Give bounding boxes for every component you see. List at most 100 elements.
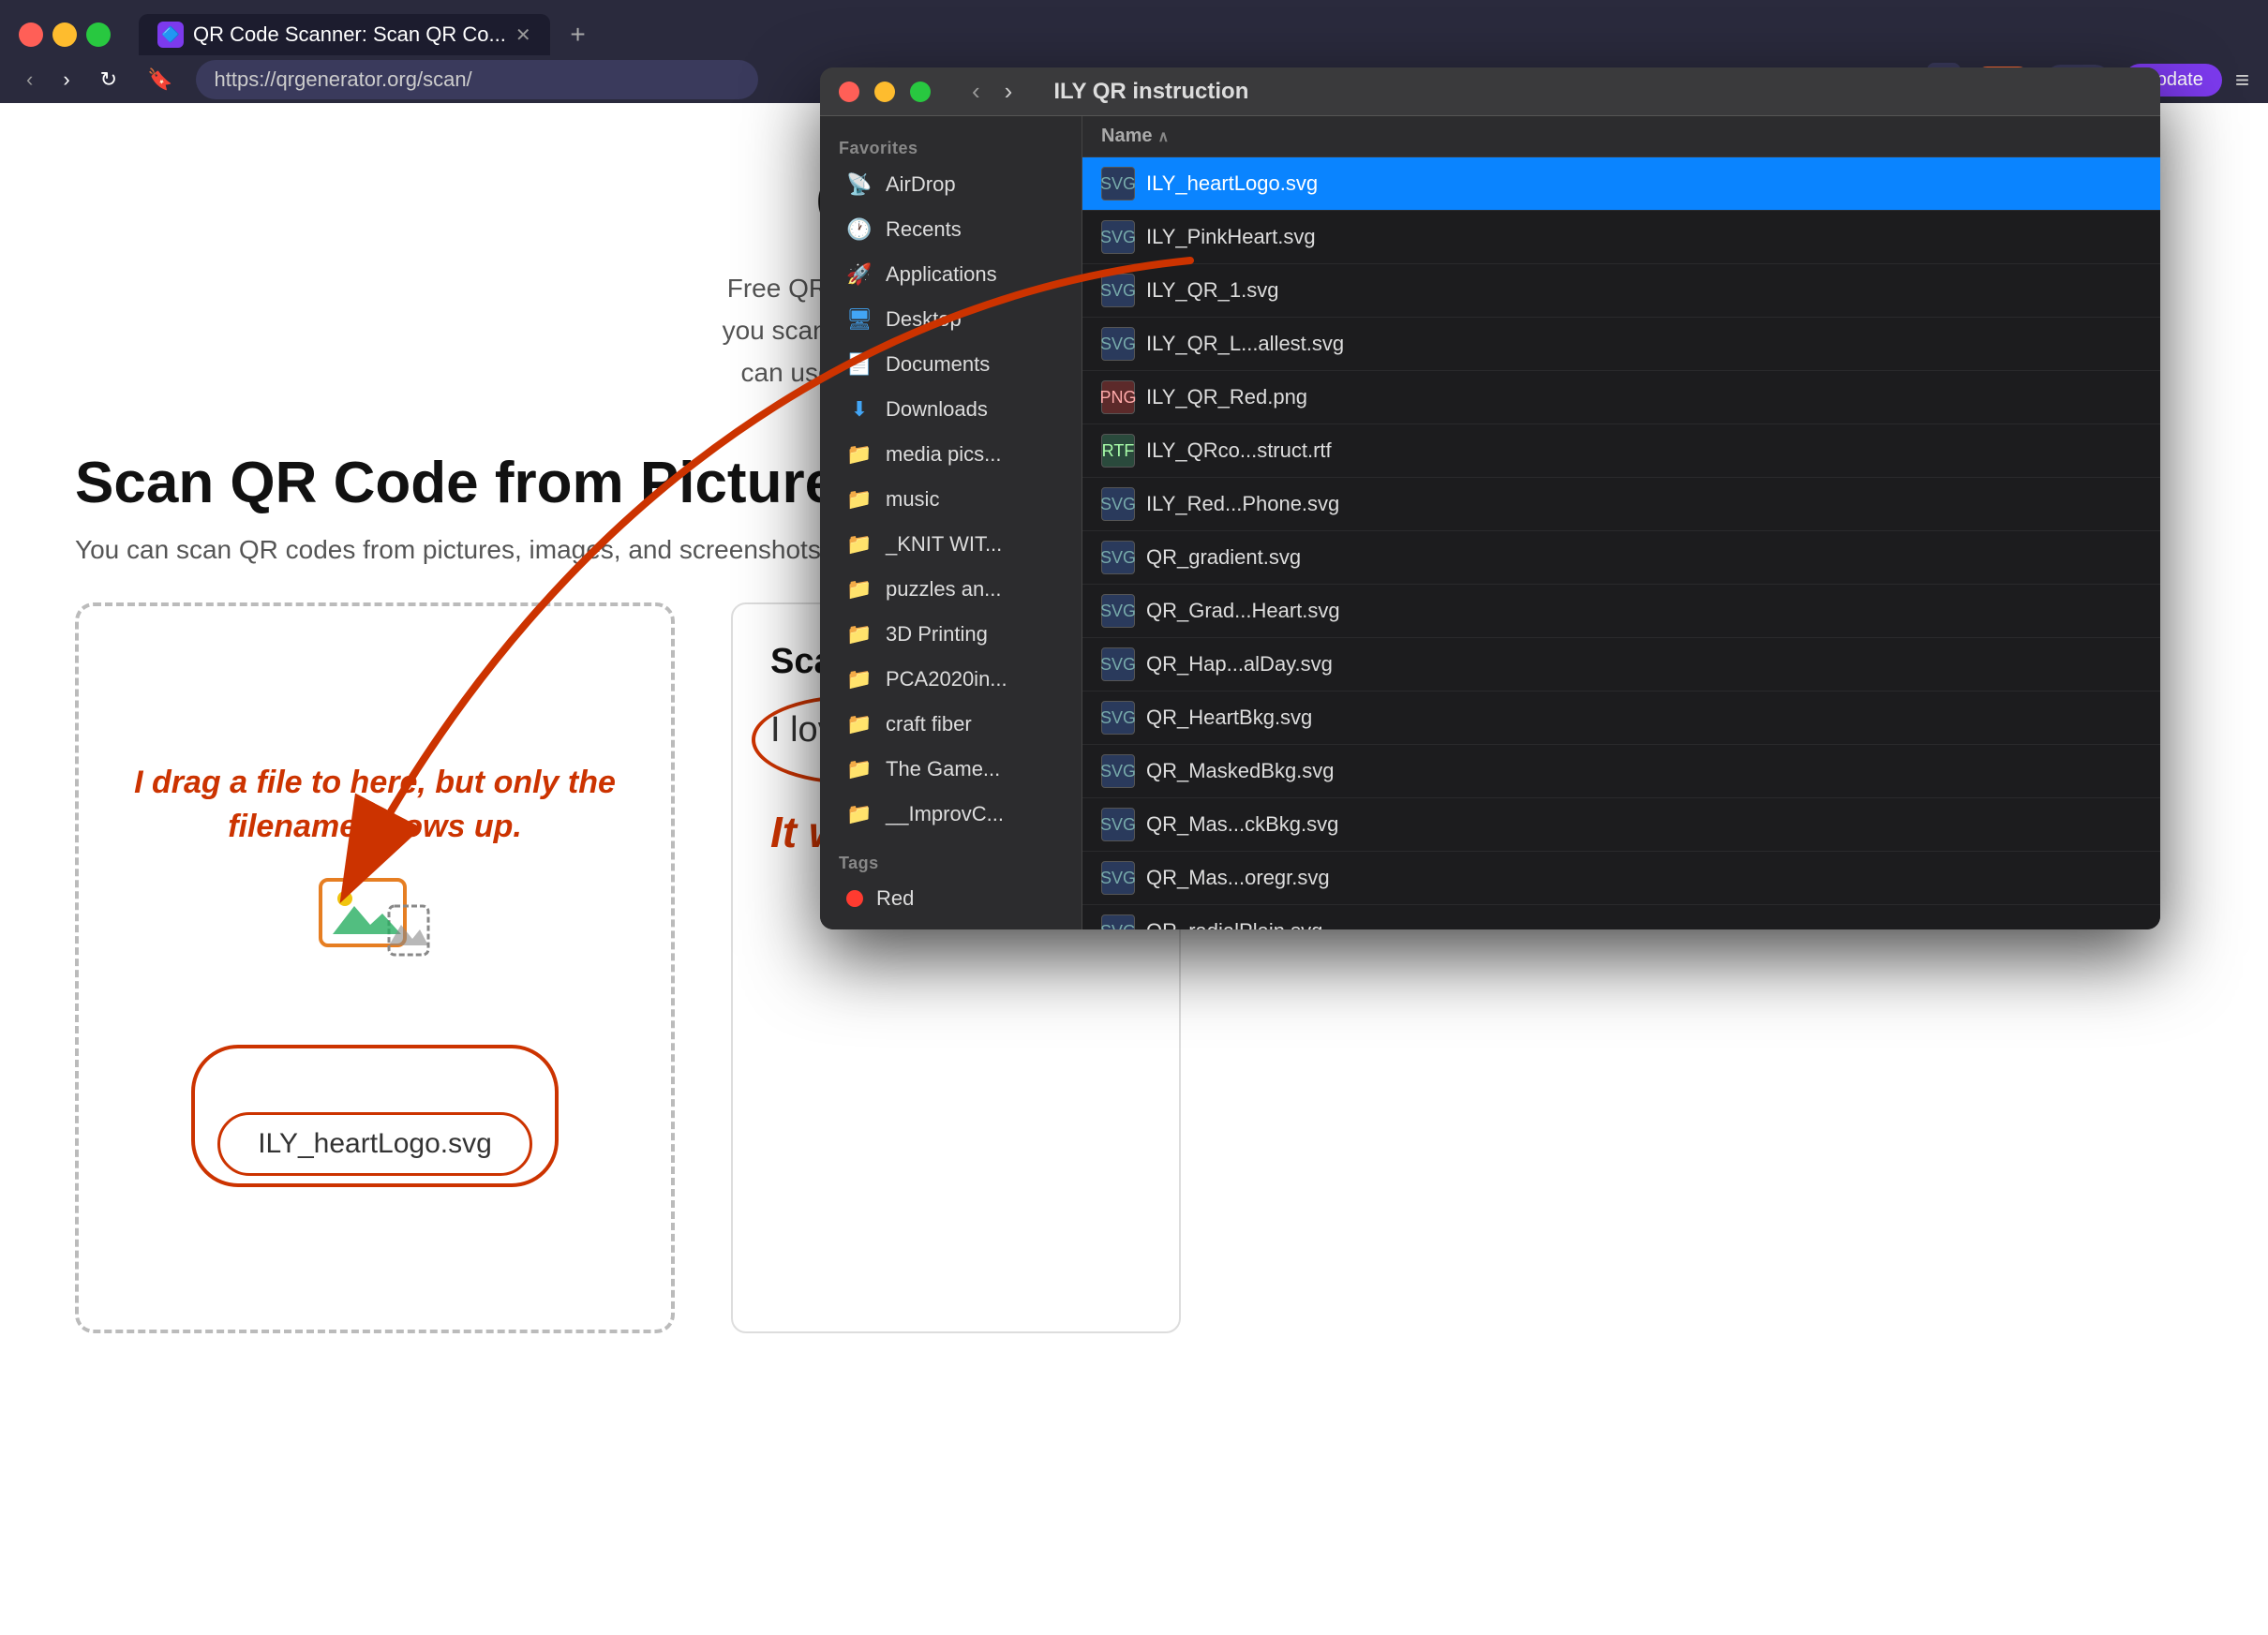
downloads-icon: ⬇: [846, 396, 873, 423]
sidebar-item-the-game[interactable]: 📁 The Game...: [828, 747, 1074, 792]
knit-wit-icon: 📁: [846, 531, 873, 557]
file-name: ILY_PinkHeart.svg: [1146, 225, 2141, 249]
sidebar-item-puzzles[interactable]: 📁 puzzles an...: [828, 567, 1074, 612]
sidebar-tag-orange[interactable]: Orange: [828, 920, 1074, 929]
address-input[interactable]: [196, 60, 758, 99]
file-thumb-svg: SVG: [1101, 861, 1135, 895]
file-item-qr-maskedbkg[interactable]: SVG QR_MaskedBkg.svg: [1082, 745, 2160, 798]
sidebar-item-downloads[interactable]: ⬇ Downloads: [828, 387, 1074, 432]
sidebar-item-desktop[interactable]: 🖥 Desktop: [828, 297, 1074, 342]
favorites-label: Favorites: [820, 131, 1082, 162]
file-item-qr-masoregr[interactable]: SVG QR_Mas...oregr.svg: [1082, 852, 2160, 905]
file-name: QR_Grad...Heart.svg: [1146, 599, 2141, 623]
finder-sidebar: Favorites 📡 AirDrop 🕐 Recents 🚀 Applicat…: [820, 116, 1082, 929]
documents-label: Documents: [886, 352, 990, 377]
file-thumb-svg: SVG: [1101, 701, 1135, 735]
puzzles-icon: 📁: [846, 576, 873, 602]
3d-printing-icon: 📁: [846, 621, 873, 647]
close-button[interactable]: [19, 22, 43, 47]
file-item-ily-pink-heart[interactable]: SVG ILY_PinkHeart.svg: [1082, 211, 2160, 264]
reload-button[interactable]: ↻: [93, 64, 125, 96]
desktop-label: Desktop: [886, 307, 962, 332]
pca2020-icon: 📁: [846, 666, 873, 692]
recents-label: Recents: [886, 217, 962, 242]
sidebar-item-media-pics[interactable]: 📁 media pics...: [828, 432, 1074, 477]
file-name: QR_Hap...alDay.svg: [1146, 652, 2141, 676]
finder-title: ILY QR instruction: [1053, 79, 1248, 105]
file-name: QR_gradient.svg: [1146, 545, 2141, 570]
file-item-ily-qr-red[interactable]: PNG ILY_QR_Red.png: [1082, 371, 2160, 424]
tag-red-label: Red: [876, 886, 914, 911]
sidebar-item-music[interactable]: 📁 music: [828, 477, 1074, 522]
active-tab[interactable]: 🔷 QR Code Scanner: Scan QR Co... ✕: [139, 14, 550, 55]
new-tab-button[interactable]: +: [560, 16, 597, 53]
sidebar-item-applications[interactable]: 🚀 Applications: [828, 252, 1074, 297]
file-item-ily-red-phone[interactable]: SVG ILY_Red...Phone.svg: [1082, 478, 2160, 531]
sidebar-item-airdrop[interactable]: 📡 AirDrop: [828, 162, 1074, 207]
file-item-ily-heart-logo[interactable]: SVG ILY_heartLogo.svg: [1082, 157, 2160, 211]
sidebar-item-documents[interactable]: 📄 Documents: [828, 342, 1074, 387]
sidebar-tag-red[interactable]: Red: [828, 877, 1074, 920]
file-item-qr-masckbkg[interactable]: SVG QR_Mas...ckBkg.svg: [1082, 798, 2160, 852]
sidebar-item-pca2020[interactable]: 📁 PCA2020in...: [828, 657, 1074, 702]
finder-titlebar: ‹ › ILY QR instruction: [820, 67, 2160, 116]
sort-icon: ∧: [1157, 127, 1169, 146]
file-item-qr-hap-alday[interactable]: SVG QR_Hap...alDay.svg: [1082, 638, 2160, 691]
maximize-button[interactable]: [86, 22, 111, 47]
file-item-ily-qr-1[interactable]: SVG ILY_QR_1.svg: [1082, 264, 2160, 318]
recents-icon: 🕐: [846, 216, 873, 243]
file-name: ILY_heartLogo.svg: [1146, 171, 2141, 196]
file-list-header: Name ∧: [1082, 116, 2160, 157]
file-name: ILY_QR_L...allest.svg: [1146, 332, 2141, 356]
finder-maximize-button[interactable]: [910, 82, 931, 102]
music-label: music: [886, 487, 939, 512]
tab-label: QR Code Scanner: Scan QR Co...: [193, 22, 506, 47]
bookmark-button[interactable]: 🔖: [140, 64, 180, 96]
downloads-label: Downloads: [886, 397, 988, 422]
minimize-button[interactable]: [52, 22, 77, 47]
file-thumb-svg: SVG: [1101, 487, 1135, 521]
finder-close-button[interactable]: [839, 82, 859, 102]
file-thumb-svg: SVG: [1101, 808, 1135, 841]
window-controls: [19, 22, 111, 47]
forward-button[interactable]: ›: [55, 64, 77, 96]
file-item-ily-qrco-struct[interactable]: RTF ILY_QRco...struct.rtf: [1082, 424, 2160, 478]
file-item-qr-heartbkg[interactable]: SVG QR_HeartBkg.svg: [1082, 691, 2160, 745]
finder-back-button[interactable]: ‹: [964, 75, 988, 108]
music-icon: 📁: [846, 486, 873, 513]
the-game-label: The Game...: [886, 757, 1000, 781]
puzzles-label: puzzles an...: [886, 577, 1002, 602]
file-thumb-svg: SVG: [1101, 541, 1135, 574]
file-thumb-svg: SVG: [1101, 754, 1135, 788]
sidebar-item-craft-fiber[interactable]: 📁 craft fiber: [828, 702, 1074, 747]
file-item-qr-gradient[interactable]: SVG QR_gradient.svg: [1082, 531, 2160, 585]
file-thumb-svg: SVG: [1101, 327, 1135, 361]
airdrop-icon: 📡: [846, 171, 873, 198]
3d-printing-label: 3D Printing: [886, 622, 988, 647]
tab-close-button[interactable]: ✕: [515, 23, 531, 47]
file-name: ILY_QRco...struct.rtf: [1146, 438, 2141, 463]
sidebar-item-recents[interactable]: 🕐 Recents: [828, 207, 1074, 252]
back-button[interactable]: ‹: [19, 64, 40, 96]
finder-window: ‹ › ILY QR instruction Favorites 📡 AirDr…: [820, 67, 2160, 929]
sidebar-item-knit-wit[interactable]: 📁 _KNIT WIT...: [828, 522, 1074, 567]
tab-favicon: 🔷: [157, 22, 184, 48]
file-thumb-rtf: RTF: [1101, 434, 1135, 468]
finder-minimize-button[interactable]: [874, 82, 895, 102]
file-name: ILY_QR_1.svg: [1146, 278, 2141, 303]
file-item-qr-radialplain[interactable]: SVG QR_radialPlain.svg: [1082, 905, 2160, 929]
drop-zone[interactable]: I drag a file to here, but only the file…: [75, 602, 675, 1333]
file-name: QR_HeartBkg.svg: [1146, 706, 2141, 730]
sidebar-item-3d-printing[interactable]: 📁 3D Printing: [828, 612, 1074, 657]
file-item-qr-grad-heart[interactable]: SVG QR_Grad...Heart.svg: [1082, 585, 2160, 638]
documents-icon: 📄: [846, 351, 873, 378]
craft-fiber-label: craft fiber: [886, 712, 972, 736]
applications-label: Applications: [886, 262, 997, 287]
file-item-ily-qr-largest[interactable]: SVG ILY_QR_L...allest.svg: [1082, 318, 2160, 371]
name-column-header: Name ∧: [1101, 126, 2141, 147]
sidebar-item-improvc[interactable]: 📁 __ImprovC...: [828, 792, 1074, 837]
file-name: QR_Mas...oregr.svg: [1146, 866, 2141, 890]
finder-forward-button[interactable]: ›: [997, 75, 1021, 108]
menu-button[interactable]: ≡: [2235, 66, 2249, 95]
file-name: QR_MaskedBkg.svg: [1146, 759, 2141, 783]
